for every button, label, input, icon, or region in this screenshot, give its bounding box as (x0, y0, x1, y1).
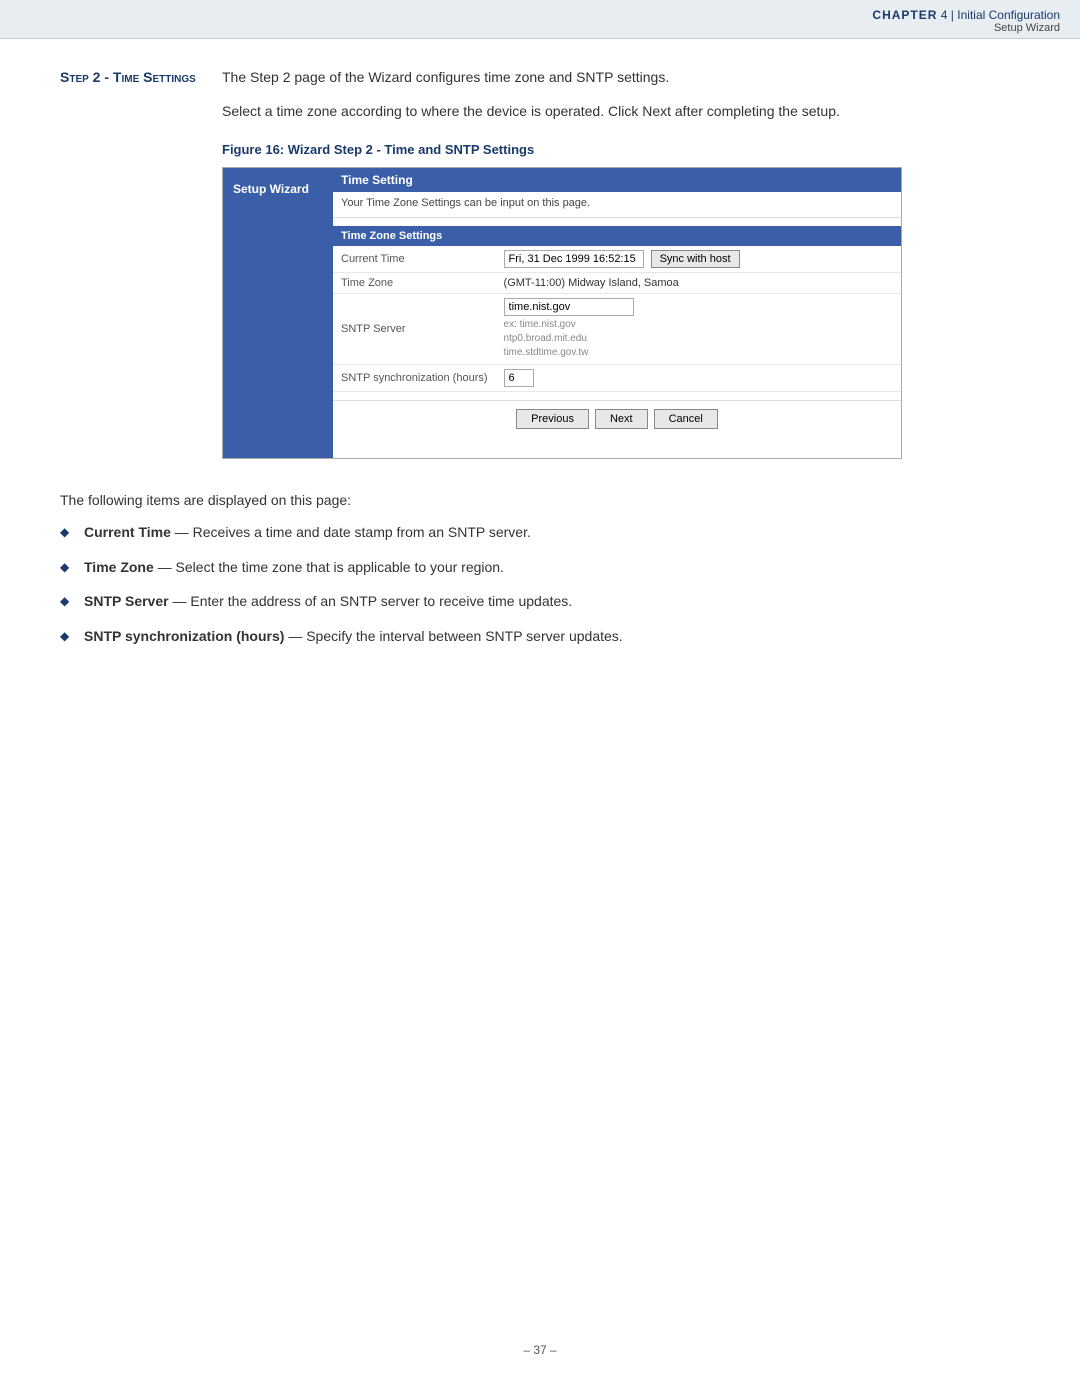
wizard-sidebar-label: Setup Wizard (233, 182, 309, 196)
chapter-title: Initial Configuration (957, 8, 1060, 22)
current-time-row: Current Time Sync with host (333, 246, 901, 273)
chapter-label: Chapter (872, 8, 937, 22)
current-time-value (504, 253, 647, 265)
sntp-server-label: SNTP Server (333, 294, 496, 365)
wizard-mockup: Setup Wizard Time Setting Your Time Zone… (222, 167, 902, 459)
page-footer: – 37 – (0, 1343, 1080, 1357)
body-intro: The following items are displayed on thi… (60, 489, 1020, 511)
wizard-main-panel: Time Setting Your Time Zone Settings can… (333, 168, 901, 458)
time-zone-label: Time Zone (333, 273, 496, 294)
chapter-pipe: | (951, 8, 954, 22)
bullet-item: Time Zone — Select the time zone that is… (60, 556, 1020, 578)
wizard-sidebar: Setup Wizard (223, 168, 333, 458)
time-zone-value: (GMT-11:00) Midway Island, Samoa (496, 273, 901, 294)
sntp-server-input[interactable] (504, 298, 634, 316)
sntp-sync-label: SNTP synchronization (hours) (333, 365, 496, 392)
step-body-text: Select a time zone according to where th… (222, 101, 1020, 122)
step-description: The Step 2 page of the Wizard configures… (222, 69, 669, 85)
sntp-sync-input[interactable] (504, 369, 534, 387)
main-content: Step 2 - Time Settings The Step 2 page o… (0, 39, 1080, 699)
bullet-item: SNTP synchronization (hours) — Specify t… (60, 625, 1020, 647)
wizard-settings-table: Current Time Sync with host Time Zone (G… (333, 246, 901, 392)
step-label: Step 2 - Time Settings (60, 69, 210, 85)
bullet-item: SNTP Server — Enter the address of an SN… (60, 590, 1020, 612)
page-number: – 37 – (523, 1343, 556, 1357)
chapter-number: 4 (941, 8, 948, 22)
sntp-example3: time.stdtime.gov.tw (504, 346, 893, 360)
sntp-example1: ex: time.nist.gov (504, 318, 893, 332)
current-time-label: Current Time (333, 246, 496, 273)
bullet-item: Current Time — Receives a time and date … (60, 521, 1020, 543)
sntp-sync-row: SNTP synchronization (hours) (333, 365, 901, 392)
wizard-footer: Previous Next Cancel (333, 400, 901, 437)
time-setting-desc: Your Time Zone Settings can be input on … (333, 192, 901, 218)
body-section: The following items are displayed on thi… (60, 489, 1020, 647)
time-setting-title: Time Setting (333, 168, 901, 192)
step-body: Select a time zone according to where th… (222, 101, 1020, 122)
bullet-list: Current Time — Receives a time and date … (60, 521, 1020, 647)
step-heading: Step 2 - Time Settings The Step 2 page o… (60, 69, 1020, 85)
sntp-example2: ntp0.broad.mit.edu (504, 332, 893, 346)
time-zone-row: Time Zone (GMT-11:00) Midway Island, Sam… (333, 273, 901, 294)
header-bar: Chapter 4 | Initial Configuration Setup … (0, 0, 1080, 39)
current-time-input[interactable] (504, 250, 644, 268)
sntp-examples: ex: time.nist.gov ntp0.broad.mit.edu tim… (504, 318, 893, 360)
sntp-server-row: SNTP Server ex: time.nist.gov ntp0.broad… (333, 294, 901, 365)
figure-caption: Figure 16: Wizard Step 2 - Time and SNTP… (222, 142, 1020, 157)
previous-button[interactable]: Previous (516, 409, 589, 429)
cancel-button[interactable]: Cancel (654, 409, 718, 429)
next-button[interactable]: Next (595, 409, 648, 429)
header-chapter: Chapter 4 | Initial Configuration (20, 8, 1060, 22)
time-zone-settings-title: Time Zone Settings (333, 226, 901, 246)
sync-with-host-button[interactable]: Sync with host (651, 250, 740, 268)
header-section: Setup Wizard (20, 22, 1060, 34)
